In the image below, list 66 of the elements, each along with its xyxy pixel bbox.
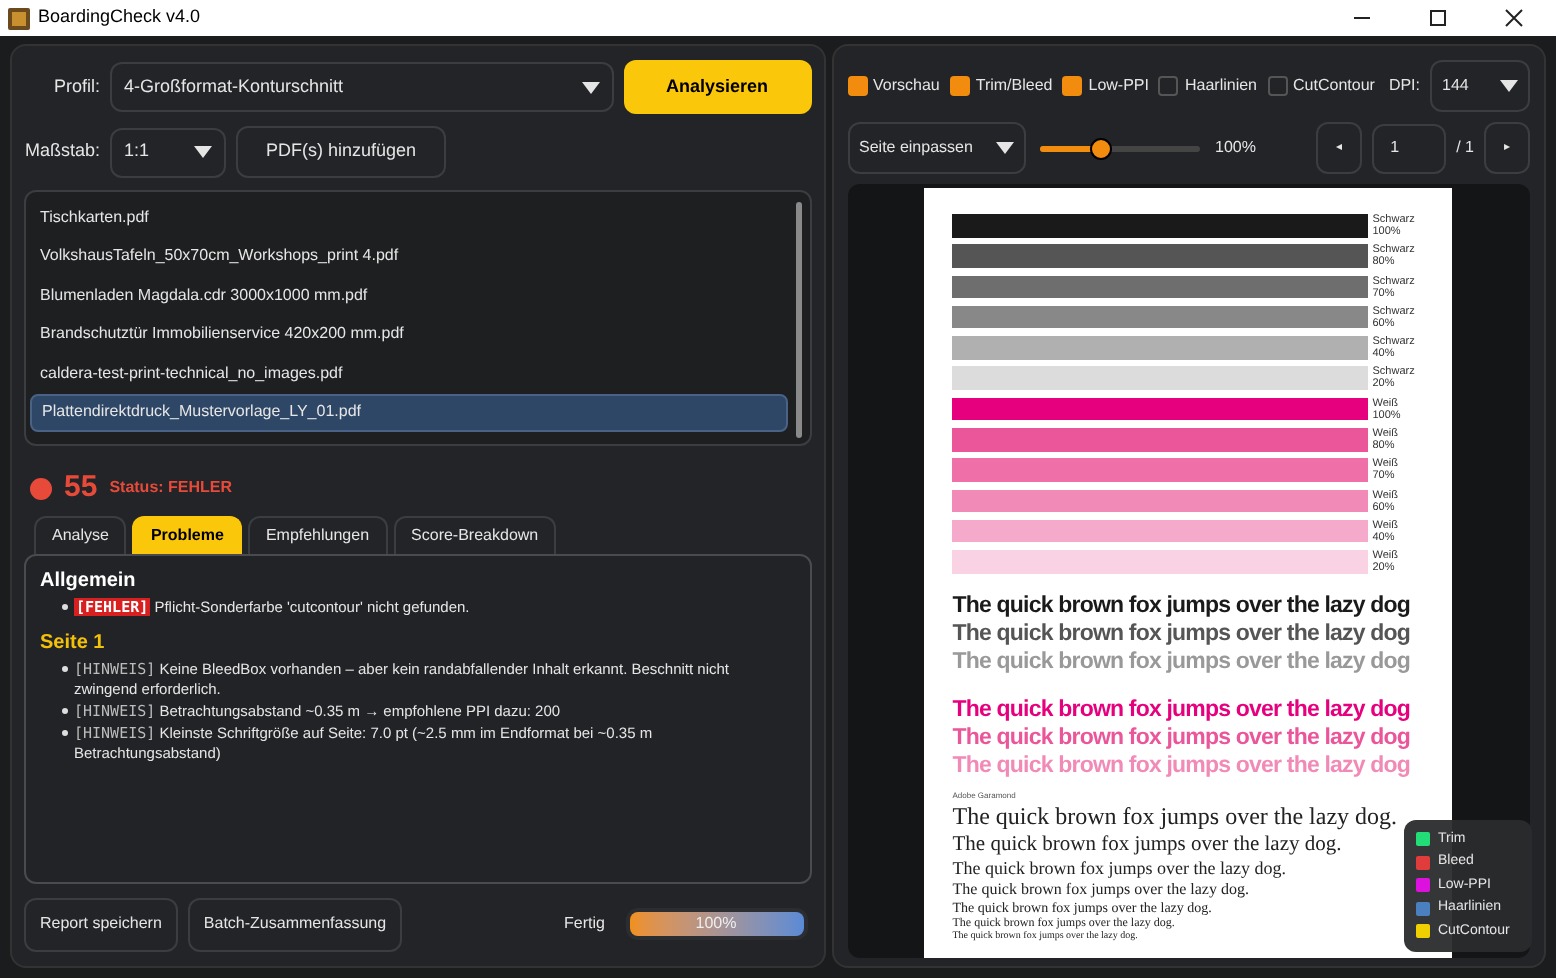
sample-text: The quick brown fox jumps over the lazy dog (952, 593, 1413, 618)
sample-text: The quick brown fox jumps over the lazy dog (952, 697, 1413, 722)
caret-icon (581, 81, 599, 93)
batch-summary-button[interactable]: Batch-Zusammenfassung (187, 897, 403, 951)
add-pdf-button[interactable]: PDF(s) hinzufügen (236, 126, 446, 178)
app-icon (8, 7, 30, 29)
close-icon[interactable] (1504, 8, 1524, 28)
bullet-icon (62, 730, 68, 736)
tab[interactable]: Empfehlungen (247, 515, 388, 553)
checkbox[interactable] (949, 76, 970, 96)
file-item[interactable]: Blumenladen Magdala.cdr 3000x1000 mm.pdf (30, 276, 787, 315)
bullet-icon (62, 604, 68, 610)
score-value: 55 (64, 468, 98, 508)
file-item[interactable]: Tischkarten.pdf (30, 198, 787, 237)
file-item[interactable]: Plattendirektdruck_Mustervorlage_LY_01.pdf (30, 393, 787, 432)
caret-icon (194, 146, 212, 158)
zoom-reading: 100% (1215, 136, 1256, 160)
sample-text: The quick brown fox jumps over the lazy dog (952, 649, 1413, 674)
checkbox[interactable] (1158, 76, 1179, 96)
section-heading: Allgemein (40, 567, 138, 595)
checkbox-label: Low-PPI (1088, 74, 1149, 98)
tab[interactable]: Probleme (132, 515, 242, 553)
checkbox-label: Trim/Bleed (975, 74, 1053, 98)
sample-text: The quick brown fox jumps over the lazy dog (952, 753, 1413, 778)
scale-dropdown[interactable]: 1:1 (110, 127, 226, 177)
page-total: / 1 (1456, 136, 1474, 160)
checkbox[interactable] (1062, 76, 1083, 96)
progress-label: Fertig (564, 912, 605, 936)
caret-icon (1500, 80, 1518, 92)
zoom-slider[interactable] (1039, 137, 1199, 159)
window-title: BoardingCheck v4.0 (38, 4, 201, 31)
caret-icon (995, 142, 1013, 154)
tab[interactable]: Score-Breakdown (393, 515, 557, 553)
profile-dropdown[interactable]: 4-Großformat-Konturschnitt (110, 62, 613, 112)
status-dot-icon (30, 477, 52, 500)
status-text: Status: FEHLER (109, 476, 233, 501)
sample-text: The quick brown fox jumps over the lazy dog. (952, 831, 1344, 858)
section-heading: Seite 1 (40, 629, 107, 657)
profile-label: Profil: (51, 73, 100, 100)
scale-label: Maßstab: (24, 138, 100, 165)
checkbox-label: CutContour (1293, 74, 1375, 98)
file-item[interactable]: VolkshausTafeln_50x70cm_Workshops_print 4.pdf (30, 237, 787, 276)
sample-text: The quick brown fox jumps over the lazy dog. (952, 801, 1400, 832)
fit-dropdown[interactable]: Seite einpassen (847, 122, 1025, 174)
dpi-label: DPI: (1388, 74, 1420, 98)
sample-text: The quick brown fox jumps over the lazy dog. (952, 857, 1288, 880)
bullet-icon (62, 708, 68, 714)
tab[interactable]: Analyse (34, 515, 127, 553)
slider-thumb[interactable] (1089, 137, 1112, 159)
sample-text: The quick brown fox jumps over the lazy dog. (952, 879, 1251, 900)
checkbox-label: Vorschau (873, 74, 940, 98)
sample-text: The quick brown fox jumps over the lazy dog (952, 725, 1413, 750)
analyze-button[interactable]: Analysieren (623, 60, 811, 114)
checkbox[interactable] (1267, 76, 1288, 96)
scrollbar[interactable] (795, 202, 801, 438)
file-item[interactable]: caldera-test-print-technical_no_images.pdf (30, 354, 787, 393)
checkbox-label: Haarlinien (1184, 74, 1258, 98)
page-field[interactable]: 1 (1372, 123, 1447, 173)
bullet-icon (62, 666, 68, 672)
checkbox[interactable] (847, 76, 867, 96)
maximize-icon[interactable] (1428, 8, 1448, 28)
file-item[interactable]: Brandschutztür Immobilienservice 420x200 mm.pdf (30, 315, 787, 354)
save-report-button[interactable]: Report speichern (24, 897, 178, 951)
sample-text: The quick brown fox jumps over the lazy dog (952, 621, 1413, 646)
progress-reading: 100% (693, 912, 739, 936)
dpi-dropdown[interactable]: 144 (1430, 60, 1530, 112)
